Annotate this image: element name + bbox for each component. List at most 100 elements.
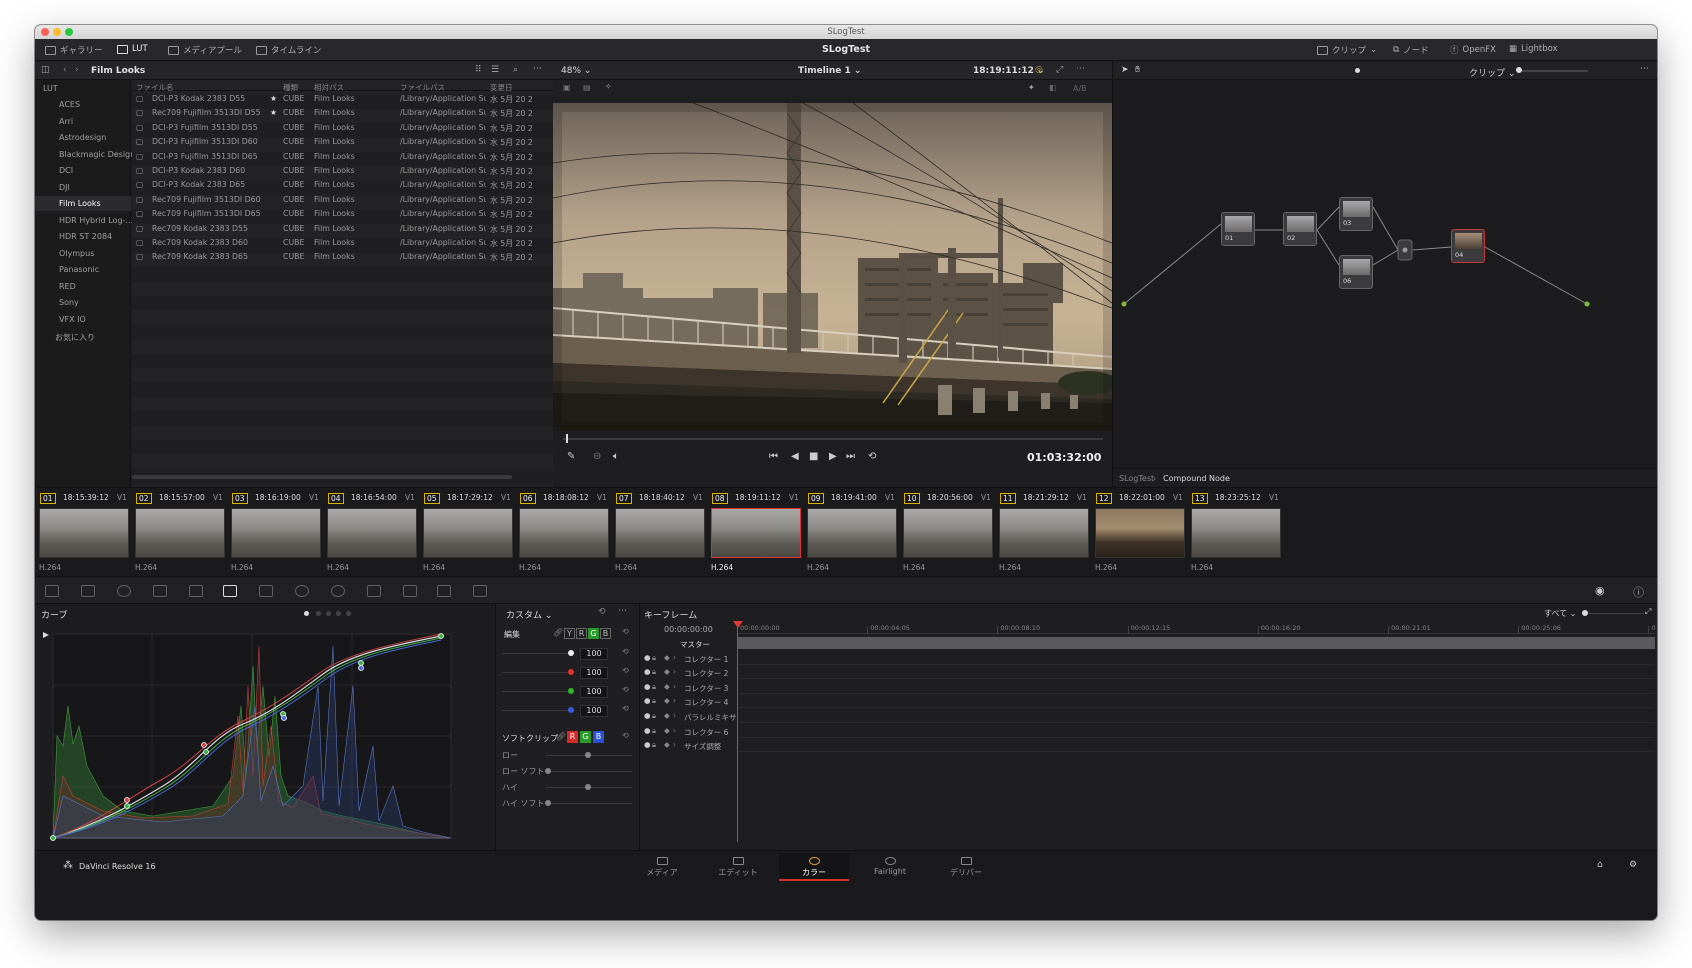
lut-row[interactable]: ▢ Rec709 Kodak 2383 D65 CUBE Film Looks/Lib… <box>132 250 553 264</box>
forward-icon[interactable]: › <box>75 65 79 75</box>
sparkle-icon[interactable]: ✦ <box>1028 83 1035 92</box>
curves-page-dot[interactable] <box>346 611 351 616</box>
stop-icon[interactable]: ■ <box>809 451 818 462</box>
timecode-select[interactable]: 18:19:11:12 ⌄ <box>973 66 1045 76</box>
timeline-clip[interactable]: 11 18:21:29:12 V1 H.264 <box>995 488 1091 578</box>
sidebar-item[interactable]: Panasonic <box>59 265 99 274</box>
lock-icon[interactable]: 🔒︎ <box>652 653 656 663</box>
grid-view-icon[interactable]: ⠿ <box>475 65 482 75</box>
lut-row[interactable]: ▢ DCI-P3 Kodak 2383 D60 CUBE Film Looks/Lib… <box>132 164 553 178</box>
sidebar-root-lut[interactable]: LUT <box>43 84 58 93</box>
node-track[interactable]: ● 🔒︎ ◆ › コレクター 3 <box>640 680 1657 695</box>
channel-g-button[interactable]: G <box>588 628 599 639</box>
lut-row[interactable]: ▢ Rec709 Fujifilm 3513DI D55 ★ CUBE Film Loo… <box>132 106 553 120</box>
curves-page-dot[interactable] <box>304 611 309 616</box>
tracker-icon[interactable] <box>331 585 345 597</box>
keyframe-diamond-icon[interactable]: ◆ <box>664 653 670 662</box>
track-enable-dot-icon[interactable]: ● <box>644 682 651 691</box>
camera-raw-icon[interactable] <box>45 585 59 597</box>
sidebar-item[interactable]: Sony <box>59 298 79 307</box>
sidebar-item[interactable]: Olympus <box>59 249 94 258</box>
curve-graph[interactable] <box>43 626 489 848</box>
soft-clip-b-button[interactable]: B <box>593 731 604 743</box>
timeline-clip[interactable]: 09 18:19:41:00 V1 H.264 <box>803 488 899 578</box>
rgb-mixer-icon[interactable] <box>153 585 167 597</box>
master-keyframe-bar[interactable] <box>737 637 1655 649</box>
lightbox-button[interactable]: ▦ Lightbox <box>1509 44 1558 54</box>
intensity-y-value[interactable]: 100 <box>580 648 608 660</box>
lock-icon[interactable]: 🔒︎ <box>652 740 656 750</box>
intensity-r-value[interactable]: 100 <box>580 667 608 679</box>
reset-icon[interactable]: ⟲ <box>622 666 629 675</box>
color-sync-icon[interactable]: ◎ <box>1035 65 1043 75</box>
sidebar-item[interactable]: DCI <box>59 166 73 175</box>
highlight-icon[interactable]: ✧ <box>605 82 612 91</box>
lut-row[interactable]: ▢ DCI-P3 Fujifilm 3513DI D55 CUBE Film Look… <box>132 121 553 135</box>
skip-to-start-icon[interactable]: ⏮︎ <box>769 451 778 462</box>
viewer-scrubber[interactable] <box>563 438 1103 440</box>
soft-clip-g-button[interactable]: G <box>580 731 591 743</box>
link-icon[interactable]: 🔗︎ <box>556 732 566 741</box>
ab-button[interactable]: A/B <box>1073 84 1087 93</box>
keyframe-playhead[interactable] <box>737 622 738 842</box>
fullscreen-icon[interactable]: ⤢ <box>1056 65 1063 75</box>
home-icon[interactable]: ⌂ <box>1597 860 1603 870</box>
sidebar-item[interactable]: ACES <box>59 100 80 109</box>
timeline-clip[interactable]: 05 18:17:29:12 V1 H.264 <box>419 488 515 578</box>
timeline-clip[interactable]: 01 18:15:39:12 V1 H.264 <box>35 488 131 578</box>
timeline-clip[interactable]: 13 18:23:25:12 V1 H.264 <box>1187 488 1283 578</box>
timeline-clip[interactable]: 08 18:19:11:12 V1 H.264 <box>707 488 803 578</box>
sizing-icon[interactable] <box>473 585 487 597</box>
motion-effects-icon[interactable] <box>189 585 203 597</box>
sidebar-item[interactable]: Arri <box>59 117 73 126</box>
keyframe-zoom-slider[interactable] <box>1584 613 1644 614</box>
expand-chevron-icon[interactable]: › <box>673 696 676 705</box>
curves-icon[interactable] <box>223 585 237 597</box>
lock-icon[interactable]: 🔒︎ <box>652 711 656 721</box>
intensity-b-value[interactable]: 100 <box>580 705 608 717</box>
timeline-select[interactable]: Timeline 1 ⌄ <box>798 66 861 76</box>
track-enable-dot-icon[interactable]: ● <box>644 740 651 749</box>
back-icon[interactable]: ‹ <box>63 65 67 75</box>
minimize-window-button[interactable] <box>53 28 61 36</box>
track-enable-dot-icon[interactable]: ● <box>644 653 651 662</box>
node-zoom-handle[interactable] <box>1516 67 1522 73</box>
keyframe-diamond-icon[interactable]: ◆ <box>664 726 670 735</box>
info-icon[interactable]: ⓘ <box>1633 584 1644 600</box>
lock-icon[interactable]: 🔒︎ <box>652 682 656 692</box>
node-track[interactable]: ● 🔒︎ ◆ › コレクター 1 <box>640 651 1657 666</box>
reset-soft-clip-icon[interactable]: ⟲ <box>622 731 629 740</box>
horizontal-scrollbar[interactable] <box>132 475 512 479</box>
zoom-window-button[interactable] <box>65 28 73 36</box>
node-06[interactable]: 06 <box>1339 255 1373 289</box>
skip-to-end-icon[interactable]: ⏭︎ <box>846 451 855 462</box>
color-match-icon[interactable] <box>81 585 95 597</box>
sidebar-item[interactable]: DJI <box>59 183 70 192</box>
reset-icon[interactable]: ⟲ <box>622 647 629 656</box>
timeline-clip[interactable]: 02 18:15:57:00 V1 H.264 <box>131 488 227 578</box>
track-enable-dot-icon[interactable]: ● <box>644 726 651 735</box>
intensity-b-handle[interactable] <box>568 707 574 713</box>
expand-chevron-icon[interactable]: › <box>673 682 676 691</box>
qualifier-icon[interactable] <box>259 585 273 597</box>
eyedropper-icon[interactable]: ✎ <box>567 451 575 462</box>
timeline-clip[interactable]: 06 18:18:08:12 V1 H.264 <box>515 488 611 578</box>
reset-icon[interactable]: ⟲ <box>622 685 629 694</box>
expand-icon[interactable]: ⤢ <box>1645 607 1651 617</box>
sidebar-item[interactable]: お気に入り <box>55 332 95 343</box>
node-more-icon[interactable]: ⋯ <box>1640 64 1649 74</box>
soft-low-handle[interactable] <box>585 752 591 758</box>
openfx-button[interactable]: ⓕ OpenFX <box>1450 44 1496 56</box>
sidebar-toggle-icon[interactable]: ◫ <box>41 65 50 75</box>
key-icon[interactable] <box>437 585 451 597</box>
curves-page-dot[interactable] <box>326 611 331 616</box>
keyframe-diamond-icon[interactable]: ◆ <box>664 667 670 676</box>
keyframe-diamond-icon[interactable]: ◆ <box>664 711 670 720</box>
window-icon[interactable] <box>295 585 309 597</box>
zoom-select[interactable]: 48% ⌄ <box>561 66 591 76</box>
node-02[interactable]: 02 <box>1283 212 1317 246</box>
reset-channels-icon[interactable]: ⟲ <box>622 627 629 636</box>
expand-chevron-icon[interactable]: › <box>673 726 676 735</box>
pointer-tool-icon[interactable]: ➤ <box>1121 65 1129 75</box>
node-04[interactable]: 04 <box>1451 229 1485 263</box>
